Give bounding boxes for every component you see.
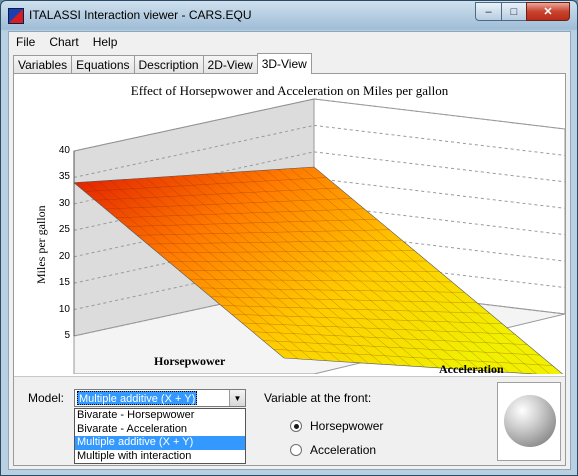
app-window: ITALASSI Interaction viewer - CARS.EQU –… [0,0,578,476]
radio-acceleration[interactable]: Acceleration [290,443,376,457]
model-option-multiple-additive[interactable]: Multiple additive (X + Y) [75,436,245,450]
menu-file[interactable]: File [9,32,42,52]
tab-variables[interactable]: Variables [13,55,73,74]
model-option-bivarate-acceleration[interactable]: Bivarate - Acceleration [75,423,245,437]
model-dropdown-list: Bivarate - Horsepwower Bivarate - Accele… [74,408,246,464]
controls-panel: Model: Multiple additive (X + Y) ▼ Bivar… [14,376,565,465]
model-label: Model: [28,391,65,405]
y-tick-label-10: 10 [58,303,70,315]
y-tick-label-20: 20 [58,250,70,262]
radio-button-selected[interactable] [290,420,302,432]
y-tick-label-15: 15 [58,277,70,289]
sphere-icon[interactable] [504,395,556,447]
client-area: File Chart Help Variables Equations Desc… [8,31,571,470]
tab-3d-view[interactable]: 3D-View [256,53,312,74]
model-select-value: Multiple additive (X + Y) [77,391,198,405]
menu-bar: File Chart Help [9,32,570,52]
radio-horsepwower[interactable]: Horsepwower [290,419,383,433]
y-tick-label-25: 25 [58,224,70,236]
tab-panel-3d-view: Effect of Horsepwower and Acceleration o… [13,73,566,466]
chart-area: Effect of Horsepwower and Acceleration o… [14,74,565,374]
minimize-icon: – [485,5,492,18]
minimize-button[interactable]: – [475,2,502,21]
app-icon [8,8,24,24]
y-axis-label: Miles per gallon [34,205,48,284]
z-axis-label: Acceleration [439,362,504,374]
tab-description[interactable]: Description [133,55,204,74]
y-tick-label-40: 40 [58,145,70,156]
maximize-button[interactable]: □ [501,2,527,21]
tab-equations[interactable]: Equations [71,55,135,74]
radio-dot [293,423,299,429]
tab-strip: Variables Equations Description 2D-View … [13,53,312,74]
surface-chart [73,98,565,374]
title-bar[interactable]: ITALASSI Interaction viewer - CARS.EQU –… [1,1,577,31]
radio-acceleration-label: Acceleration [310,443,377,457]
close-icon: ✕ [543,6,553,18]
x-axis-label: Horsepwower [154,354,226,368]
maximize-icon: □ [510,5,518,18]
menu-help[interactable]: Help [86,32,125,52]
y-tick-label-30: 30 [58,197,70,209]
window-title: ITALASSI Interaction viewer - CARS.EQU [29,8,252,22]
chevron-down-icon[interactable]: ▼ [229,390,245,406]
front-variable-label: Variable at the front: [264,391,372,405]
chart-title: Effect of Horsepwower and Acceleration o… [130,83,449,98]
model-option-bivarate-horsepwower[interactable]: Bivarate - Horsepwower [75,409,245,423]
y-tick-label-5: 5 [64,330,70,341]
model-option-multiple-interaction[interactable]: Multiple with interaction [75,450,245,464]
close-button[interactable]: ✕ [526,2,570,21]
menu-chart[interactable]: Chart [42,32,85,52]
rotation-preview[interactable] [497,382,561,461]
y-tick-label-35: 35 [58,171,70,183]
tab-2d-view[interactable]: 2D-View [202,55,258,74]
model-select[interactable]: Multiple additive (X + Y) ▼ [74,389,246,407]
radio-horsepwower-label: Horsepwower [310,419,384,433]
radio-button[interactable] [290,444,302,456]
